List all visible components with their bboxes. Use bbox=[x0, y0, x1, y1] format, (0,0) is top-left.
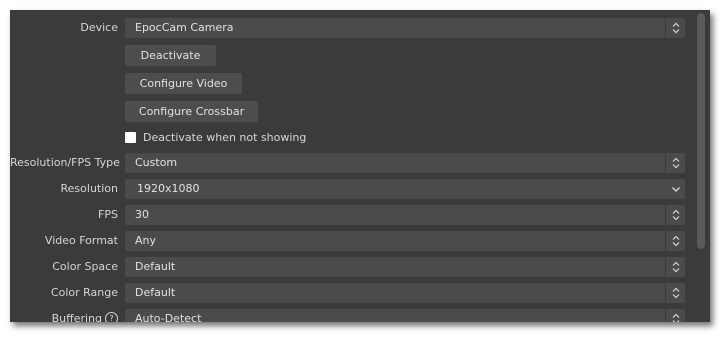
resolution-row: Resolution 1920x1080 bbox=[10, 179, 710, 199]
device-value: EpocCam Camera bbox=[135, 21, 234, 34]
fps-row: FPS 30 bbox=[10, 205, 710, 225]
resolution-fps-type-value: Custom bbox=[135, 156, 178, 169]
color-range-value: Default bbox=[135, 286, 176, 299]
deactivate-when-not-showing-checkbox[interactable] bbox=[125, 132, 136, 143]
video-format-label: Video Format bbox=[44, 234, 118, 247]
help-circle-icon[interactable]: ? bbox=[105, 311, 118, 322]
device-label: Device bbox=[80, 21, 118, 34]
resolution-fps-type-select[interactable]: Custom bbox=[125, 153, 685, 173]
resolution-combo[interactable]: 1920x1080 bbox=[125, 179, 685, 199]
deactivate-when-not-showing-label: Deactivate when not showing bbox=[143, 131, 307, 144]
configure-crossbar-button[interactable]: Configure Crossbar bbox=[125, 101, 258, 122]
deactivate-button[interactable]: Deactivate bbox=[125, 45, 216, 66]
deactivate-when-not-showing-row[interactable]: Deactivate when not showing bbox=[125, 130, 425, 146]
updown-arrows-icon bbox=[665, 231, 685, 251]
color-space-select[interactable]: Default bbox=[125, 257, 685, 277]
updown-arrows-icon bbox=[665, 283, 685, 303]
updown-arrows-icon bbox=[665, 205, 685, 225]
updown-arrows-icon bbox=[665, 309, 685, 322]
video-format-value: Any bbox=[135, 234, 157, 247]
buffering-value: Auto-Detect bbox=[135, 312, 202, 322]
buffering-label-text: Buffering bbox=[51, 312, 102, 322]
video-format-select[interactable]: Any bbox=[125, 231, 685, 251]
color-space-label: Color Space bbox=[52, 260, 118, 273]
color-space-row: Color Space Default bbox=[10, 257, 710, 277]
resolution-label: Resolution bbox=[60, 182, 118, 195]
updown-arrows-icon bbox=[665, 18, 685, 38]
device-row: Device EpocCam Camera bbox=[10, 18, 710, 38]
fps-select[interactable]: 30 bbox=[125, 205, 685, 225]
fps-label: FPS bbox=[98, 208, 118, 221]
fps-value: 30 bbox=[135, 208, 149, 221]
resolution-fps-type-label: Resolution/FPS Type bbox=[10, 156, 120, 169]
updown-arrows-icon bbox=[665, 257, 685, 277]
properties-panel: Device EpocCam Camera Deactivate Configu… bbox=[10, 10, 710, 322]
vertical-scrollbar[interactable] bbox=[697, 13, 705, 249]
configure-video-button[interactable]: Configure Video bbox=[125, 73, 242, 94]
chevron-down-icon[interactable] bbox=[666, 179, 685, 199]
device-select[interactable]: EpocCam Camera bbox=[125, 18, 685, 38]
resolution-fps-type-row: Resolution/FPS Type Custom bbox=[10, 153, 710, 173]
color-space-value: Default bbox=[135, 260, 176, 273]
buffering-select[interactable]: Auto-Detect bbox=[125, 309, 685, 322]
color-range-row: Color Range Default bbox=[10, 283, 710, 303]
buffering-row: Buffering? Auto-Detect bbox=[10, 309, 710, 322]
video-format-row: Video Format Any bbox=[10, 231, 710, 251]
resolution-value[interactable]: 1920x1080 bbox=[137, 179, 200, 199]
updown-arrows-icon bbox=[665, 153, 685, 173]
color-range-label: Color Range bbox=[50, 286, 118, 299]
color-range-select[interactable]: Default bbox=[125, 283, 685, 303]
buffering-label: Buffering? bbox=[10, 309, 118, 322]
